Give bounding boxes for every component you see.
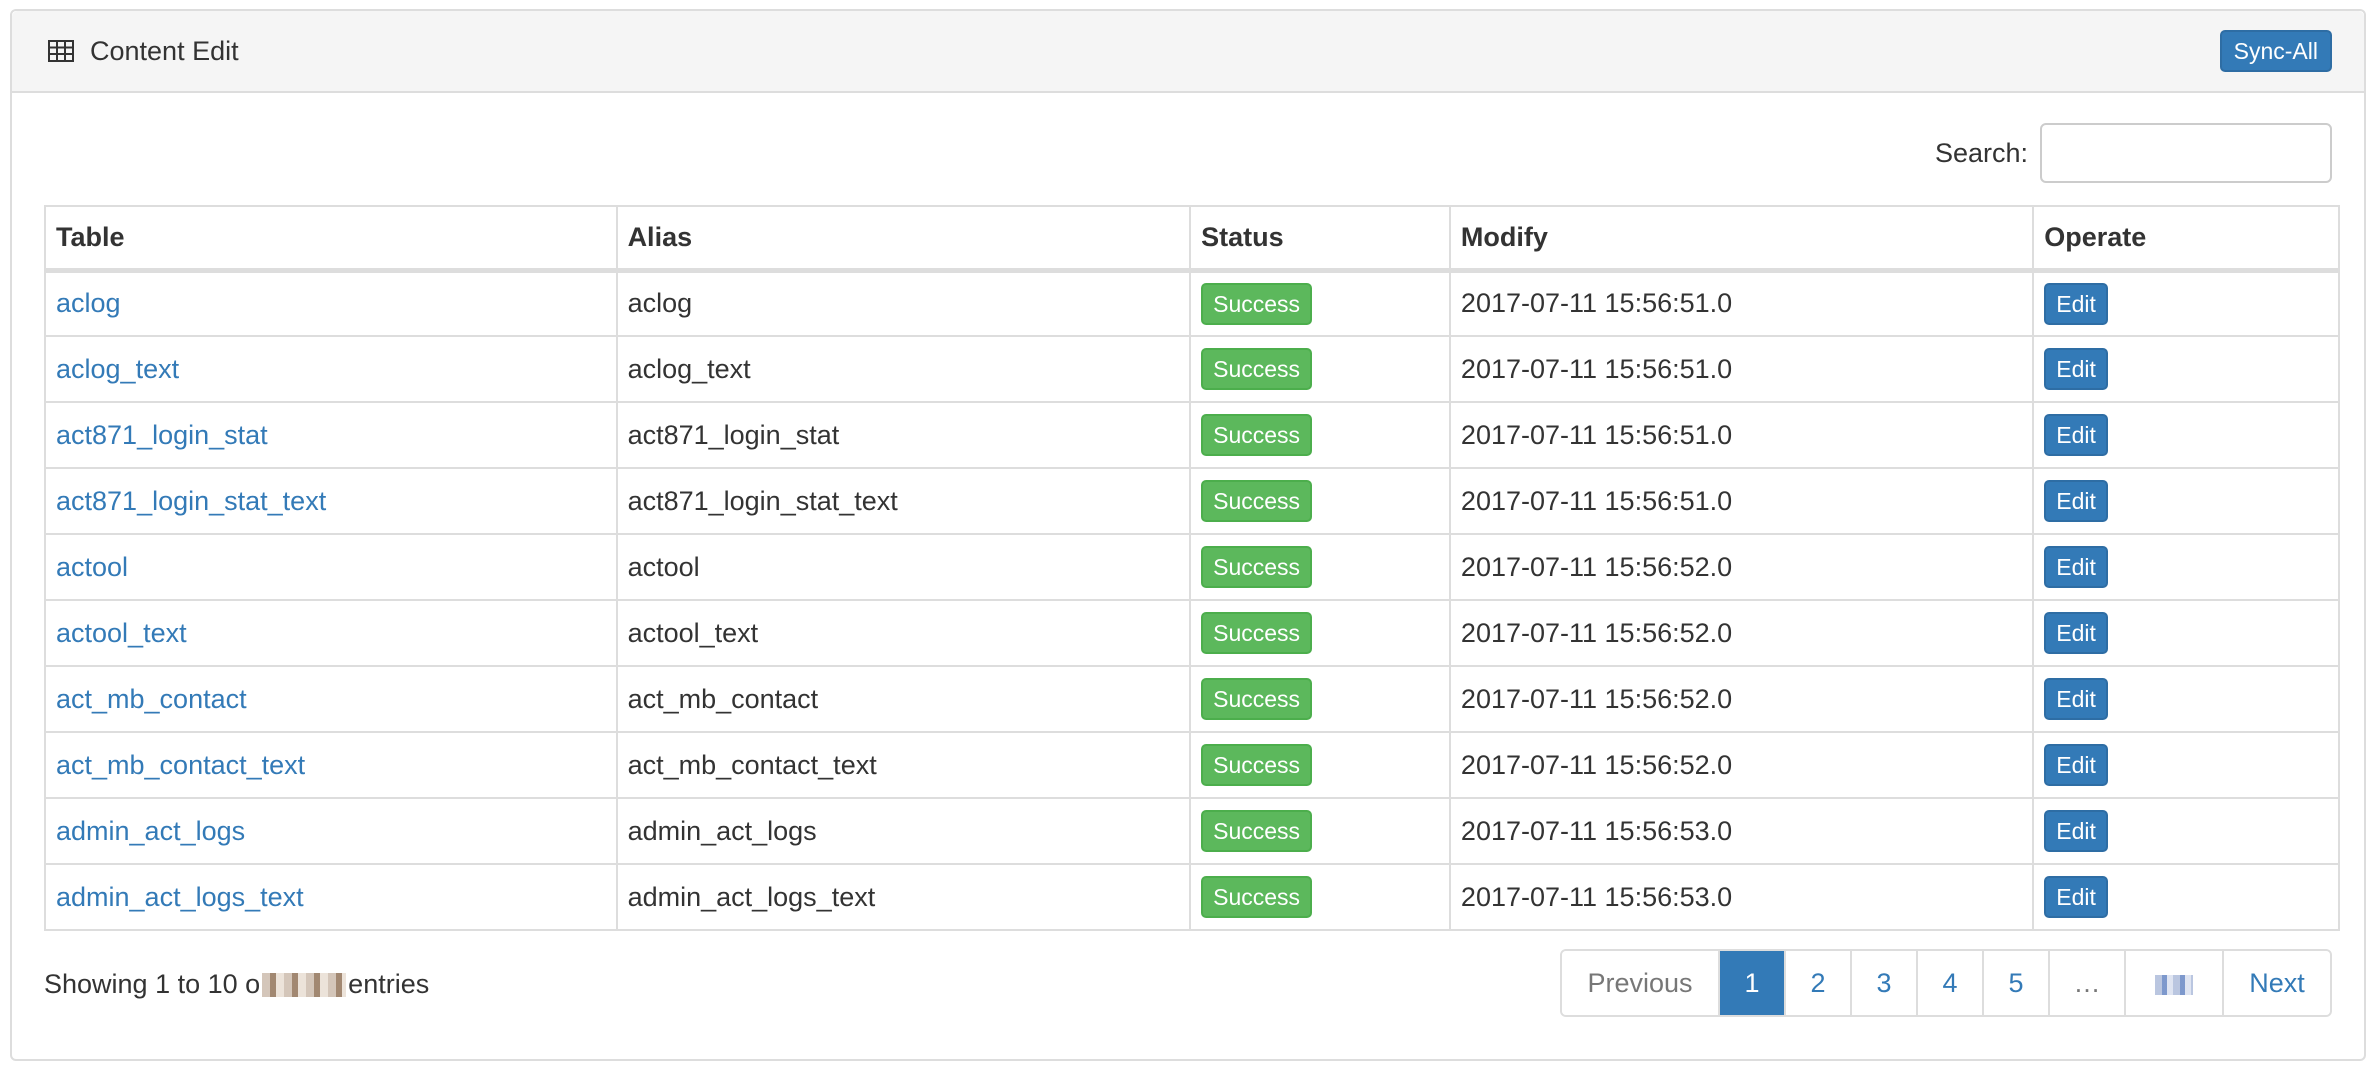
- status-badge: Success: [1201, 282, 1313, 325]
- pagination-page-2[interactable]: 2: [1784, 951, 1850, 1015]
- status-badge: Success: [1201, 678, 1313, 720]
- search-input[interactable]: [2040, 123, 2332, 183]
- status-badge: Success: [1201, 744, 1313, 786]
- table-name-link[interactable]: act_mb_contact_text: [56, 750, 305, 780]
- search-row: Search:: [1935, 123, 2332, 183]
- pagination-page-last[interactable]: [2124, 951, 2222, 1015]
- modify-cell: 2017-07-11 15:56:51.0: [1448, 335, 2035, 403]
- redacted-page-number: [2155, 974, 2193, 995]
- edit-button[interactable]: Edit: [2044, 810, 2108, 852]
- panel-heading: Content Edit Sync-All: [12, 11, 2364, 93]
- alias-cell: act_mb_contact_text: [615, 731, 1192, 799]
- column-header-alias[interactable]: Alias: [615, 205, 1192, 273]
- status-badge: Success: [1201, 612, 1313, 654]
- table-name-link[interactable]: actool: [56, 552, 128, 582]
- panel-title-text: Content Edit: [90, 35, 239, 66]
- modify-cell: 2017-07-11 15:56:51.0: [1448, 467, 2035, 535]
- edit-button[interactable]: Edit: [2044, 744, 2108, 786]
- alias-cell: admin_act_logs_text: [615, 863, 1192, 931]
- alias-cell: actool_text: [615, 599, 1192, 667]
- table-row: admin_act_logs_text admin_act_logs_text …: [44, 863, 2340, 931]
- table-name-link[interactable]: actool_text: [56, 618, 187, 648]
- edit-button[interactable]: Edit: [2044, 480, 2108, 522]
- pagination: Previous 1 2 3 4 5 … Next: [1560, 949, 2332, 1017]
- table-name-link[interactable]: act_mb_contact: [56, 684, 247, 714]
- info-suffix: entries: [348, 969, 430, 999]
- modify-cell: 2017-07-11 15:56:52.0: [1448, 533, 2035, 601]
- modify-cell: 2017-07-11 15:56:52.0: [1448, 665, 2035, 733]
- column-header-operate[interactable]: Operate: [2032, 205, 2340, 273]
- table-name-link[interactable]: admin_act_logs: [56, 816, 245, 846]
- content-table: Table Alias Status Modify Operate aclog …: [44, 205, 2340, 931]
- table-name-link[interactable]: act871_login_stat_text: [56, 486, 326, 516]
- pagination-page-1[interactable]: 1: [1718, 951, 1784, 1015]
- modify-cell: 2017-07-11 15:56:52.0: [1448, 599, 2035, 667]
- table-row: aclog_text aclog_text Success 2017-07-11…: [44, 335, 2340, 403]
- alias-cell: act_mb_contact: [615, 665, 1192, 733]
- table-row: actool actool Success 2017-07-11 15:56:5…: [44, 533, 2340, 601]
- pagination-ellipsis: …: [2048, 951, 2124, 1015]
- alias-cell: actool: [615, 533, 1192, 601]
- modify-cell: 2017-07-11 15:56:52.0: [1448, 731, 2035, 799]
- table-info: Showing 1 to 10 o entries: [44, 969, 429, 1000]
- alias-cell: aclog: [615, 269, 1192, 337]
- table-row: actool_text actool_text Success 2017-07-…: [44, 599, 2340, 667]
- modify-cell: 2017-07-11 15:56:53.0: [1448, 797, 2035, 865]
- content-edit-panel: Content Edit Sync-All Search: Table Alia…: [10, 9, 2366, 1061]
- table-name-link[interactable]: act871_login_stat: [56, 420, 268, 450]
- column-header-status[interactable]: Status: [1189, 205, 1451, 273]
- table-row: act_mb_contact_text act_mb_contact_text …: [44, 731, 2340, 799]
- table-header-row: Table Alias Status Modify Operate: [44, 205, 2340, 273]
- pagination-page-3[interactable]: 3: [1850, 951, 1916, 1015]
- redacted-count: [262, 972, 347, 997]
- alias-cell: aclog_text: [615, 335, 1192, 403]
- edit-button[interactable]: Edit: [2044, 546, 2108, 588]
- status-badge: Success: [1201, 546, 1313, 588]
- edit-button[interactable]: Edit: [2044, 282, 2108, 325]
- modify-cell: 2017-07-11 15:56:53.0: [1448, 863, 2035, 931]
- search-label: Search:: [1934, 137, 2028, 168]
- alias-cell: act871_login_stat_text: [615, 467, 1192, 535]
- sync-all-button[interactable]: Sync-All: [2219, 30, 2332, 72]
- table-icon: [48, 40, 74, 62]
- table-name-link[interactable]: aclog_text: [56, 354, 179, 384]
- table-row: admin_act_logs admin_act_logs Success 20…: [44, 797, 2340, 865]
- info-prefix: Showing 1 to 10 o: [44, 969, 261, 999]
- alias-cell: admin_act_logs: [615, 797, 1192, 865]
- column-header-modify[interactable]: Modify: [1448, 205, 2035, 273]
- table-row: aclog aclog Success 2017-07-11 15:56:51.…: [44, 269, 2340, 337]
- edit-button[interactable]: Edit: [2044, 876, 2108, 918]
- table-row: act_mb_contact act_mb_contact Success 20…: [44, 665, 2340, 733]
- pagination-page-4[interactable]: 4: [1916, 951, 1982, 1015]
- status-badge: Success: [1201, 876, 1313, 918]
- table-row: act871_login_stat act871_login_stat Succ…: [44, 401, 2340, 469]
- table-row: act871_login_stat_text act871_login_stat…: [44, 467, 2340, 535]
- pagination-previous[interactable]: Previous: [1562, 951, 1718, 1015]
- edit-button[interactable]: Edit: [2044, 678, 2108, 720]
- panel-title: Content Edit: [48, 11, 239, 91]
- modify-cell: 2017-07-11 15:56:51.0: [1448, 401, 2035, 469]
- edit-button[interactable]: Edit: [2044, 414, 2108, 456]
- status-badge: Success: [1201, 348, 1313, 390]
- modify-cell: 2017-07-11 15:56:51.0: [1448, 269, 2035, 337]
- edit-button[interactable]: Edit: [2044, 612, 2108, 654]
- status-badge: Success: [1201, 414, 1313, 456]
- status-badge: Success: [1201, 480, 1313, 522]
- pagination-page-5[interactable]: 5: [1982, 951, 2048, 1015]
- status-badge: Success: [1201, 810, 1313, 852]
- pagination-next[interactable]: Next: [2222, 951, 2330, 1015]
- alias-cell: act871_login_stat: [615, 401, 1192, 469]
- edit-button[interactable]: Edit: [2044, 348, 2108, 390]
- column-header-table[interactable]: Table: [44, 205, 618, 273]
- table-name-link[interactable]: aclog: [56, 288, 121, 318]
- table-name-link[interactable]: admin_act_logs_text: [56, 882, 304, 912]
